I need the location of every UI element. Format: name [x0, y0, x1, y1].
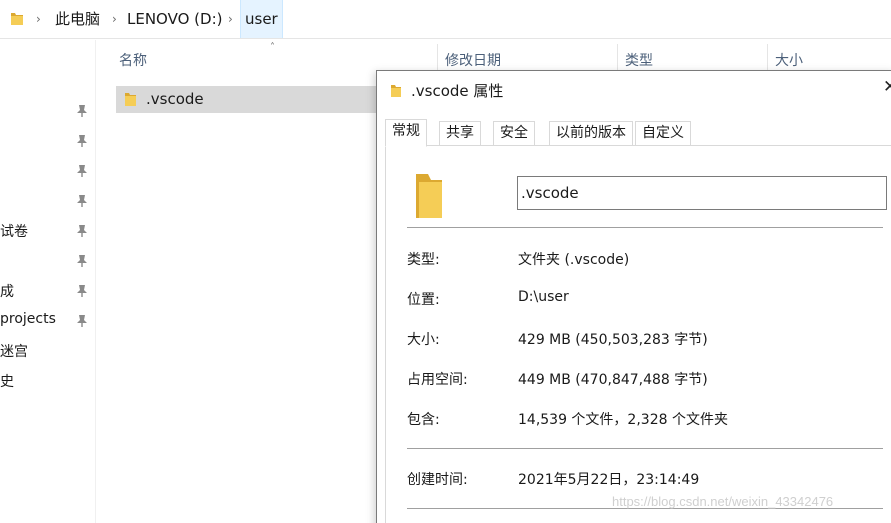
properties-dialog: .vscode 属性 ✕ 常规 共享 安全 以前的版本 自定义 类型: 文件夹 …	[376, 70, 891, 523]
folder-name-field[interactable]	[517, 176, 887, 210]
pin-icon[interactable]	[76, 284, 88, 302]
divider	[407, 227, 883, 228]
tab-customize[interactable]: 自定义	[635, 121, 691, 146]
pin-icon[interactable]	[76, 134, 88, 152]
tab-general[interactable]: 常规	[385, 119, 427, 147]
pin-icon[interactable]	[76, 104, 88, 122]
watermark: https://blog.csdn.net/weixin_43342476	[612, 494, 834, 509]
location-value: D:\user	[518, 289, 569, 305]
tab-security[interactable]: 安全	[493, 121, 535, 146]
contains-label: 包含:	[407, 412, 440, 428]
nav-item[interactable]	[0, 156, 96, 186]
size-on-disk-value: 449 MB (470,847,488 字节)	[518, 372, 708, 388]
tab-bar: 常规 共享 安全 以前的版本 自定义	[385, 119, 891, 147]
close-icon[interactable]: ✕	[883, 77, 891, 97]
address-bar[interactable]: › 此电脑 › LENOVO (D:) › user	[0, 0, 891, 39]
pin-icon[interactable]	[76, 224, 88, 242]
chevron-right-icon[interactable]: ›	[112, 0, 117, 38]
breadcrumb-user[interactable]: user	[240, 0, 283, 38]
location-label: 位置:	[407, 292, 440, 308]
size-label: 大小:	[407, 332, 440, 348]
nav-item[interactable]: projects	[0, 306, 96, 336]
created-value: 2021年5月22日，23:14:49	[518, 472, 700, 488]
contains-value: 14,539 个文件，2,328 个文件夹	[518, 412, 728, 428]
nav-item[interactable]: 试卷	[0, 216, 96, 246]
folder-icon	[124, 91, 137, 111]
size-value: 429 MB (450,503,283 字节)	[518, 332, 708, 348]
navigation-pane: 试卷 成 projects 迷宫 史	[0, 40, 96, 523]
nav-item[interactable]: 成	[0, 276, 96, 306]
nav-item[interactable]: 史	[0, 366, 96, 396]
breadcrumb-drive[interactable]: LENOVO (D:)	[127, 0, 222, 38]
file-name: .vscode	[146, 90, 204, 108]
nav-item[interactable]	[0, 186, 96, 216]
nav-item-label: 试卷	[0, 224, 28, 240]
nav-item[interactable]	[0, 246, 96, 276]
nav-item-label: 史	[0, 374, 14, 390]
file-row-selected[interactable]: .vscode	[116, 86, 378, 113]
size-on-disk-label: 占用空间:	[407, 372, 468, 388]
tab-sharing[interactable]: 共享	[439, 121, 481, 146]
sort-up-icon: ˄	[270, 42, 275, 53]
nav-item[interactable]	[0, 96, 96, 126]
pin-icon[interactable]	[76, 254, 88, 272]
chevron-right-icon[interactable]: ›	[228, 0, 233, 38]
folder-icon	[390, 83, 402, 102]
nav-item-label: 迷宫	[0, 344, 28, 360]
chevron-right-icon[interactable]: ›	[36, 0, 41, 38]
tab-previous-versions[interactable]: 以前的版本	[549, 121, 633, 146]
nav-item-label: 成	[0, 284, 14, 300]
breadcrumb-this-pc[interactable]: 此电脑	[55, 0, 100, 38]
folder-icon	[10, 10, 24, 30]
folder-icon	[414, 170, 444, 224]
nav-item[interactable]	[0, 126, 96, 156]
pin-icon[interactable]	[76, 314, 88, 332]
dialog-title: .vscode 属性	[411, 82, 504, 100]
nav-item[interactable]: 迷宫	[0, 336, 96, 366]
created-label: 创建时间:	[407, 472, 468, 488]
pin-icon[interactable]	[76, 194, 88, 212]
pin-icon[interactable]	[76, 164, 88, 182]
divider	[407, 448, 883, 449]
general-panel: 类型: 文件夹 (.vscode) 位置: D:\user 大小: 429 MB…	[385, 146, 891, 523]
type-label: 类型:	[407, 252, 440, 268]
column-header-name[interactable]: 名称	[119, 44, 147, 78]
type-value: 文件夹 (.vscode)	[518, 252, 630, 268]
nav-item-label: projects	[0, 311, 56, 327]
